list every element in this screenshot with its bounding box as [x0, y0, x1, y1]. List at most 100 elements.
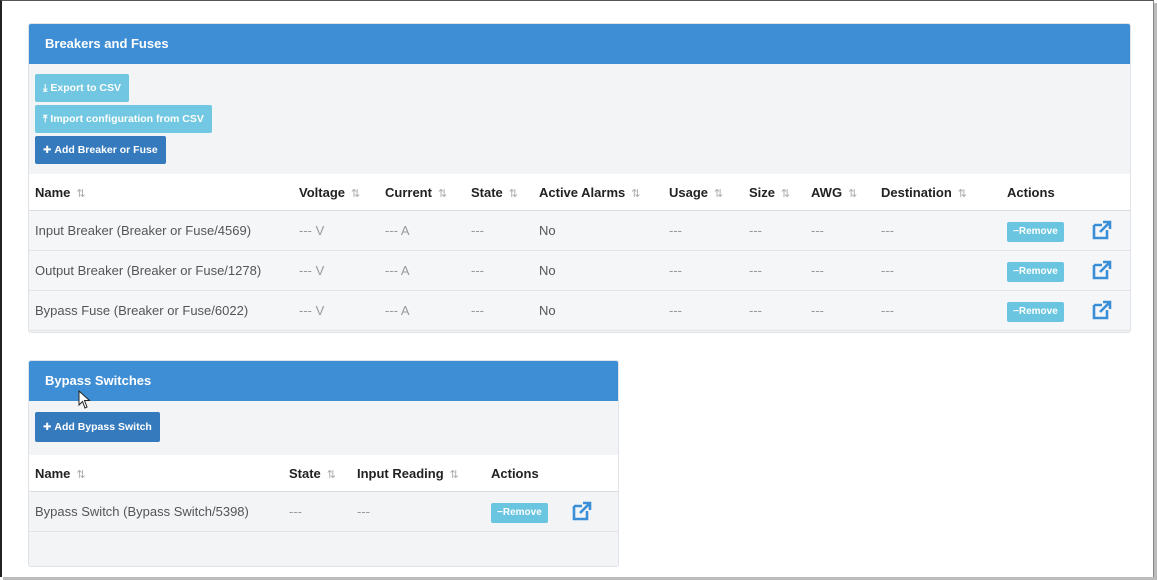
row-state: --- — [465, 290, 533, 331]
sort-icon: ⇅ — [326, 468, 337, 481]
col-awg[interactable]: AWG ⇅ — [805, 174, 875, 211]
row-voltage: --- V — [293, 210, 379, 251]
col-voltage-label: Voltage — [299, 184, 345, 200]
bypass-toolbar: ✚ Add Bypass Switch — [29, 401, 618, 455]
row-destination: --- — [875, 250, 1001, 291]
remove-button[interactable]: −Remove — [1007, 261, 1064, 282]
bypass-table: Name ⇅ State ⇅ Input Reading ⇅ Actions Bypa… — [29, 455, 618, 532]
external-link-icon[interactable] — [571, 500, 593, 522]
row-awg: --- — [805, 250, 875, 291]
col-state[interactable]: State ⇅ — [465, 174, 533, 211]
plus-icon: ✚ — [43, 422, 52, 433]
col-destination[interactable]: Destination ⇅ — [875, 174, 1001, 211]
plus-icon: ✚ — [43, 145, 52, 156]
col-actions-label: Actions — [491, 465, 539, 481]
col-destination-label: Destination — [881, 184, 952, 200]
row-input-reading: --- — [351, 491, 485, 532]
remove-button[interactable]: −Remove — [1007, 221, 1064, 242]
external-link-icon[interactable] — [1091, 219, 1113, 241]
col-current[interactable]: Current ⇅ — [379, 174, 465, 211]
table-row: Bypass Switch (Bypass Switch/5398) --- -… — [29, 491, 618, 532]
row-destination: --- — [875, 290, 1001, 331]
row-destination: --- — [875, 210, 1001, 251]
export-csv-button[interactable]: ⤓ Export to CSV — [35, 74, 130, 102]
table-row: Input Breaker (Breaker or Fuse/4569) ---… — [29, 210, 1130, 251]
row-current: --- A — [379, 210, 465, 251]
row-state: --- — [465, 250, 533, 291]
col-active-alarms[interactable]: Active Alarms ⇅ — [533, 174, 663, 211]
col-usage[interactable]: Usage ⇅ — [663, 174, 743, 211]
breakers-panel-title: Breakers and Fuses — [29, 24, 1130, 64]
sort-icon: ⇅ — [437, 187, 448, 200]
col-state-label: State — [471, 184, 503, 200]
remove-button[interactable]: −Remove — [1007, 301, 1064, 322]
download-icon: ⤓ — [43, 83, 48, 94]
sort-icon: ⇅ — [631, 187, 641, 200]
row-voltage: --- V — [293, 290, 379, 331]
col-input-reading-label: Input Reading — [357, 465, 444, 481]
row-state: --- — [465, 210, 533, 251]
remove-label: Remove — [502, 506, 542, 518]
sort-icon: ⇅ — [76, 468, 86, 481]
col-awg-label: AWG — [811, 184, 843, 200]
col-name[interactable]: Name ⇅ — [29, 174, 293, 211]
sort-icon: ⇅ — [449, 468, 459, 481]
col-voltage[interactable]: Voltage ⇅ — [293, 174, 379, 211]
col-state-label: State — [289, 465, 321, 481]
sort-icon: ⇅ — [351, 187, 361, 200]
row-size: --- — [743, 210, 805, 251]
row-actions: −Remove — [485, 491, 618, 532]
col-actions: Actions — [485, 455, 618, 492]
breakers-header-row: Name ⇅ Voltage ⇅ Current ⇅ State ⇅ Active Al… — [29, 174, 1130, 211]
external-link-icon[interactable] — [1091, 259, 1113, 281]
add-bypass-switch-button[interactable]: ✚ Add Bypass Switch — [35, 412, 160, 442]
external-link-icon[interactable] — [1091, 299, 1113, 321]
col-actions-label: Actions — [1007, 184, 1055, 200]
remove-label: Remove — [1018, 305, 1058, 317]
bypass-panel: Bypass Switches ✚ Add Bypass Switch Name ⇅… — [28, 360, 619, 567]
sort-icon: ⇅ — [848, 187, 858, 200]
bypass-panel-title: Bypass Switches — [29, 361, 618, 401]
row-awg: --- — [805, 290, 875, 331]
col-name[interactable]: Name ⇅ — [29, 455, 283, 492]
row-alarms: No — [533, 250, 663, 291]
row-current: --- A — [379, 250, 465, 291]
breakers-panel: Breakers and Fuses ⤓ Export to CSV ⤒ Impor… — [28, 23, 1131, 333]
row-name: Input Breaker (Breaker or Fuse/4569) — [29, 210, 293, 251]
col-current-label: Current — [385, 184, 432, 200]
row-usage: --- — [663, 210, 743, 251]
table-row: Output Breaker (Breaker or Fuse/1278) --… — [29, 250, 1130, 291]
import-csv-label: Import configuration from CSV — [50, 113, 204, 125]
row-voltage: --- V — [293, 250, 379, 291]
import-csv-button[interactable]: ⤒ Import configuration from CSV — [35, 105, 212, 133]
breakers-toolbar: ⤓ Export to CSV ⤒ Import configuration fro… — [29, 64, 1130, 174]
col-state[interactable]: State ⇅ — [283, 455, 351, 492]
col-alarms-label: Active Alarms — [539, 184, 626, 200]
sort-icon: ⇅ — [76, 187, 86, 200]
sort-icon: ⇅ — [957, 187, 968, 200]
row-name: Bypass Switch (Bypass Switch/5398) — [29, 491, 283, 532]
remove-label: Remove — [1018, 225, 1058, 237]
row-current: --- A — [379, 290, 465, 331]
row-actions: −Remove — [1001, 210, 1130, 251]
add-breaker-button[interactable]: ✚ Add Breaker or Fuse — [35, 136, 166, 164]
row-actions: −Remove — [1001, 250, 1130, 291]
row-name: Bypass Fuse (Breaker or Fuse/6022) — [29, 290, 293, 331]
upload-icon: ⤒ — [43, 114, 48, 125]
sort-icon: ⇅ — [508, 187, 519, 200]
col-input-reading[interactable]: Input Reading ⇅ — [351, 455, 485, 492]
table-row: Bypass Fuse (Breaker or Fuse/6022) --- V… — [29, 290, 1130, 331]
row-usage: --- — [663, 250, 743, 291]
col-size[interactable]: Size ⇅ — [743, 174, 805, 211]
remove-label: Remove — [1018, 265, 1058, 277]
row-name: Output Breaker (Breaker or Fuse/1278) — [29, 250, 293, 291]
row-alarms: No — [533, 290, 663, 331]
sort-icon: ⇅ — [714, 187, 724, 200]
add-breaker-label: Add Breaker or Fuse — [54, 144, 158, 156]
export-csv-label: Export to CSV — [50, 82, 122, 94]
remove-button[interactable]: −Remove — [491, 502, 548, 523]
add-bypass-label: Add Bypass Switch — [54, 421, 152, 433]
row-size: --- — [743, 250, 805, 291]
mouse-cursor-icon — [78, 390, 91, 409]
col-size-label: Size — [749, 184, 776, 200]
